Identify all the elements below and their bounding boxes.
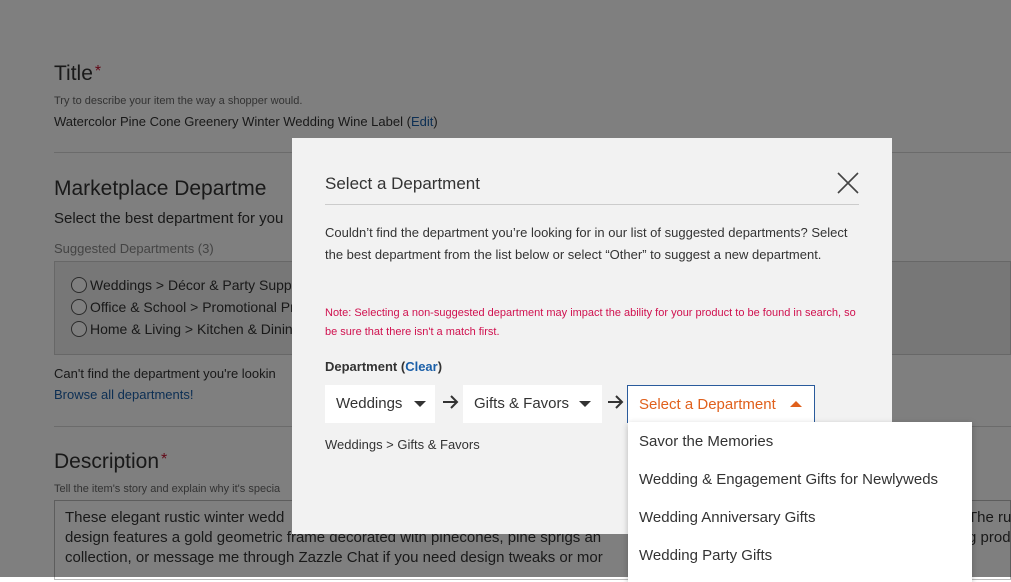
modal-note: Note: Selecting a non-suggested departme… — [325, 307, 856, 338]
dropdown-option[interactable]: Wedding Anniversary Gifts — [639, 509, 815, 526]
dropdown-option[interactable]: Savor the Memories — [639, 433, 773, 450]
dropdown-option[interactable]: Wedding Party Gifts — [639, 547, 772, 564]
department-select-level-2[interactable]: Gifts & Favors — [463, 385, 602, 423]
dropdown-option[interactable]: Wedding & Engagement Gifts for Newlyweds — [639, 471, 938, 488]
chevron-down-icon — [579, 401, 591, 407]
department-breadcrumb: Weddings > Gifts & Favors — [325, 437, 480, 452]
modal-title: Select a Department — [325, 174, 480, 193]
modal-description: Couldn’t find the department you’re look… — [325, 225, 848, 262]
department-dropdown-list: Savor the Memories Wedding & Engagement … — [628, 422, 972, 582]
product-form-page: Title* Try to describe your item the way… — [0, 0, 1011, 582]
arrow-right-icon — [443, 395, 459, 409]
modal-divider — [325, 204, 859, 205]
chevron-up-icon — [790, 401, 802, 407]
arrow-right-icon — [608, 395, 624, 409]
department-select-level-1[interactable]: Weddings — [325, 385, 435, 423]
department-label: Department (Clear) — [325, 359, 443, 374]
chevron-down-icon — [414, 401, 426, 407]
close-x-icon[interactable] — [836, 171, 860, 195]
clear-link[interactable]: Clear — [405, 359, 438, 374]
department-select-level-3[interactable]: Select a Department — [627, 385, 815, 423]
